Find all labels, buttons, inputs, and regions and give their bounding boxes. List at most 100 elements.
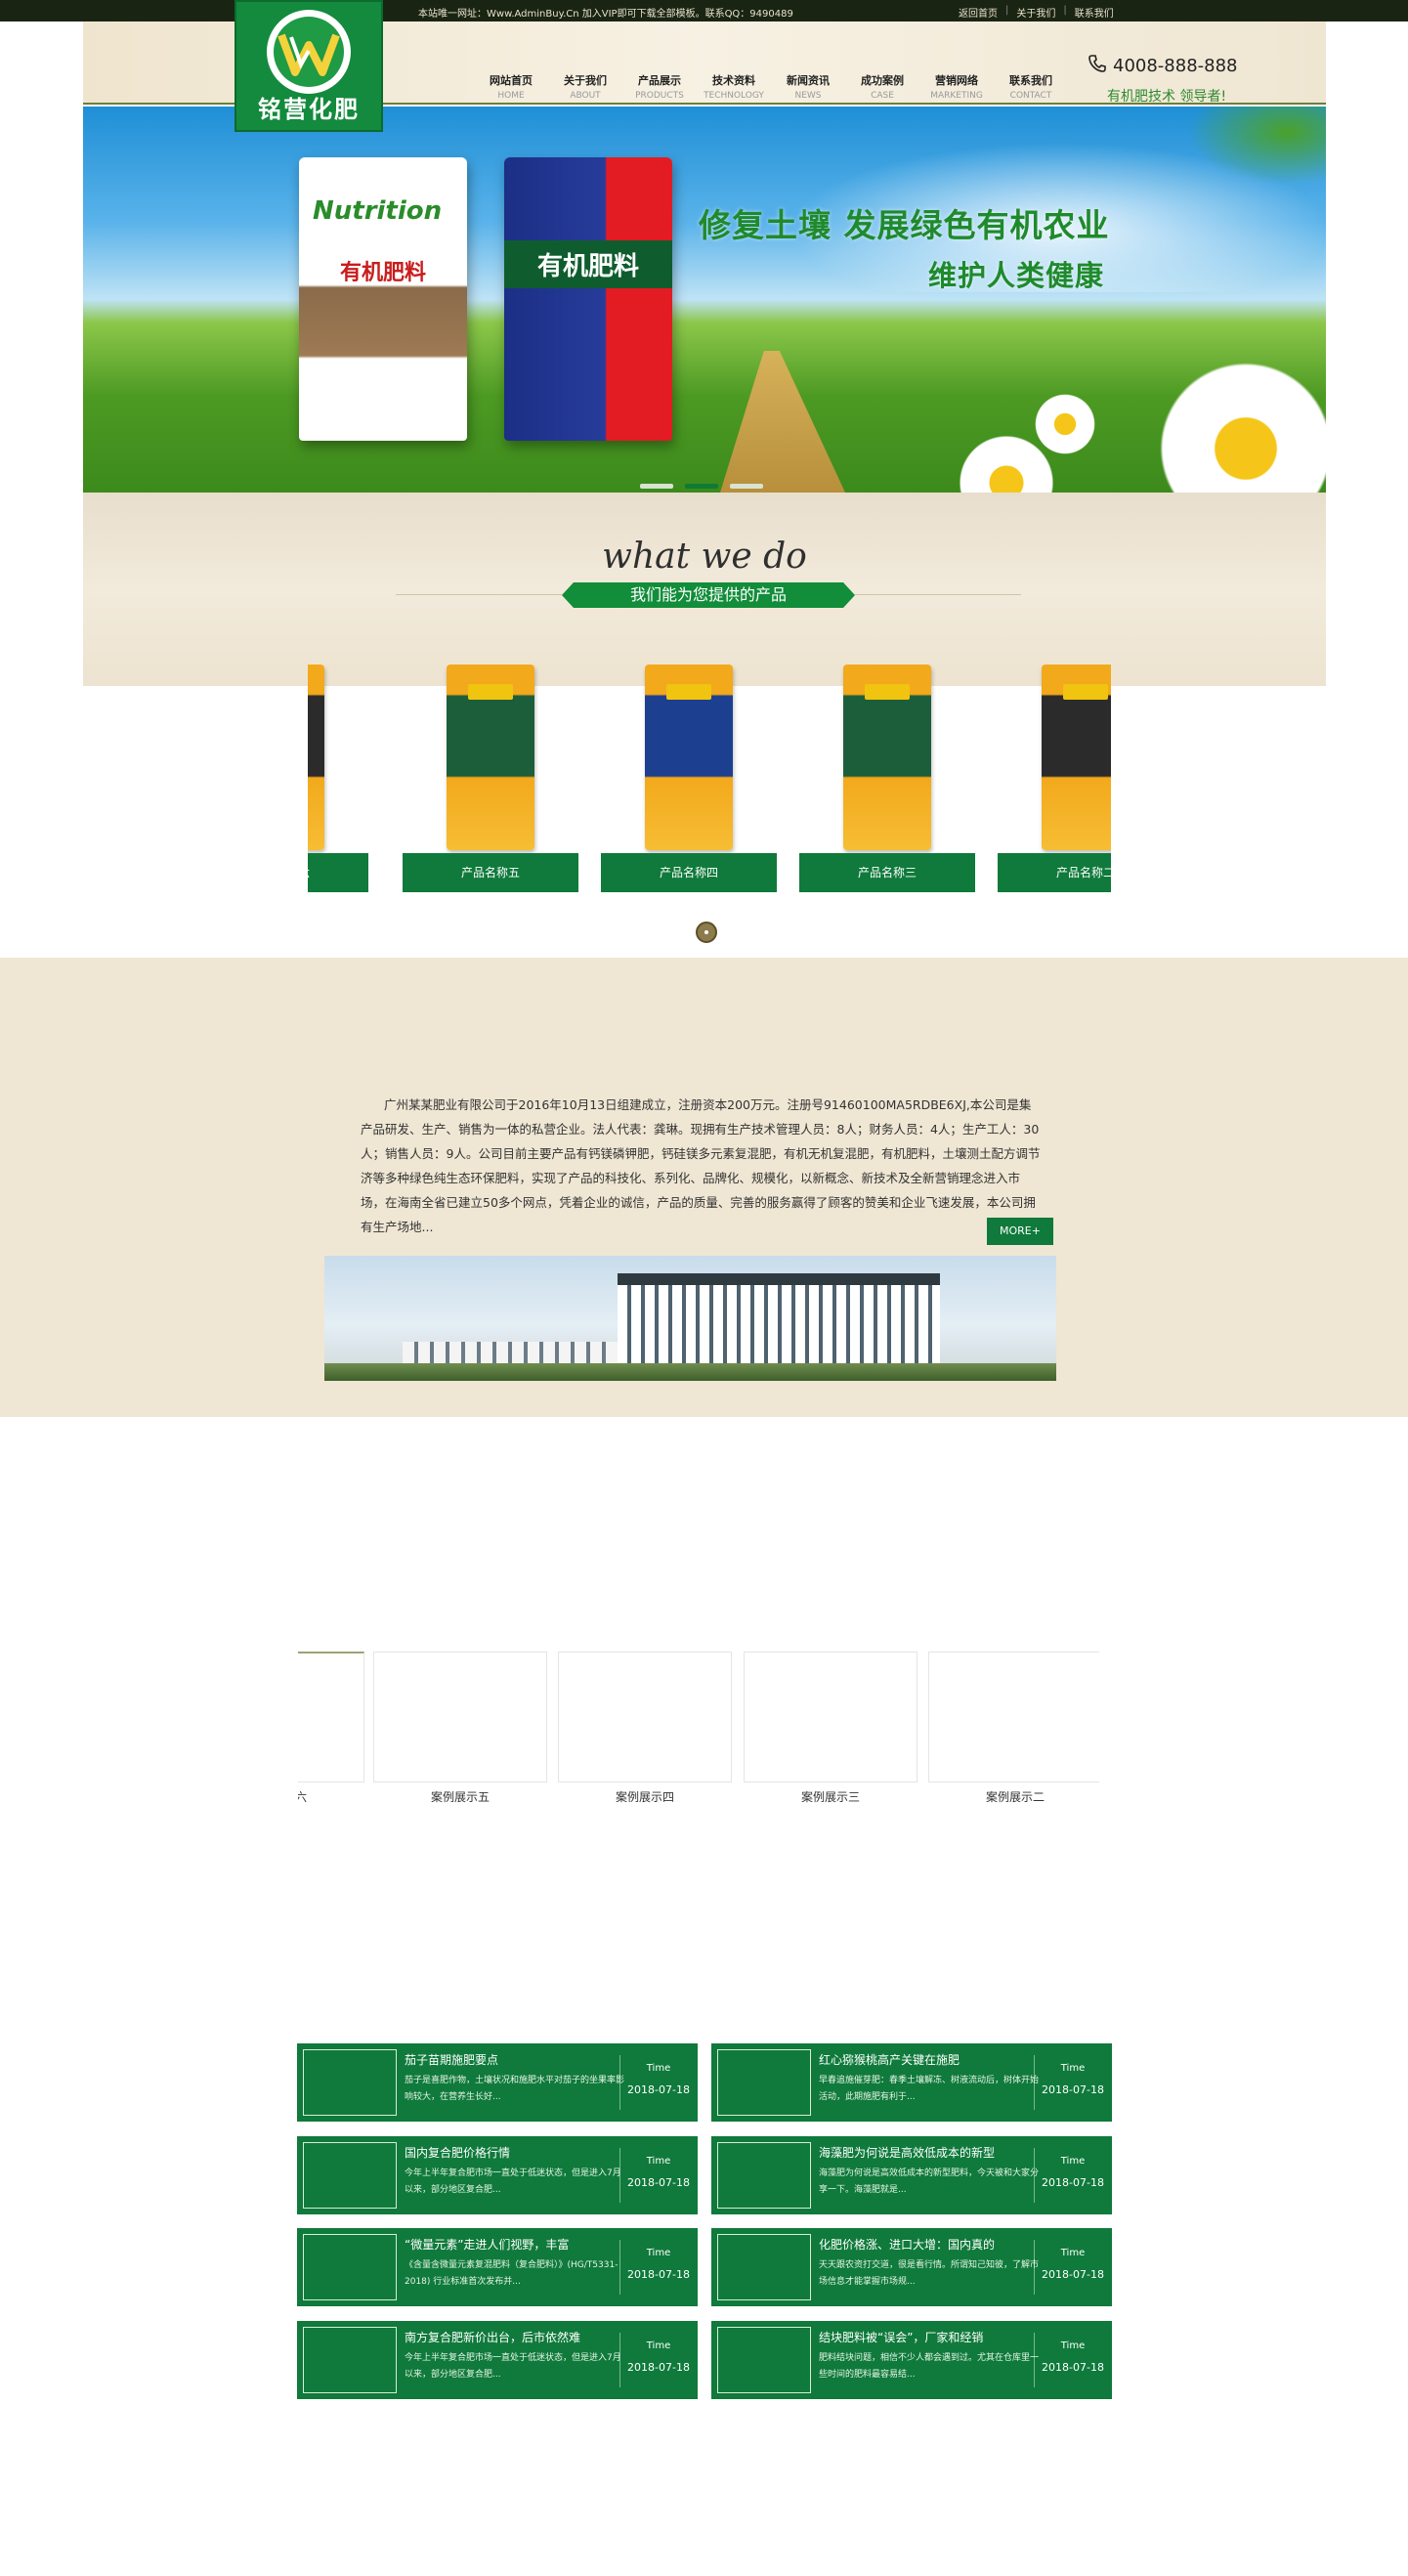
news-summary: 天天跟农资打交道，很是看行情。所谓知己知彼，了解市场信息才能掌握市场规... [819, 2260, 1039, 2287]
site-notice: 本站唯一网址：Www.AdminBuy.Cn 加入VIP即可下载全部模板。联系Q… [418, 9, 793, 20]
news-thumbnail [717, 2049, 811, 2116]
product-card[interactable]: 产品名称四 [601, 665, 777, 892]
bag-badge [666, 684, 711, 700]
case-card[interactable]: 案例展示四 [558, 1652, 732, 1805]
top-link-contact[interactable]: 联系我们 [1075, 5, 1114, 20]
news-item[interactable]: 化肥价格涨、进口大增：国内真的 天天跟农资打交道，很是看行情。所谓知己知彼，了解… [711, 2228, 1112, 2306]
news-item[interactable]: 国内复合肥价格行情 今年上半年复合肥市场一直处于低迷状态，但是进入7月以来，部分… [297, 2136, 698, 2214]
news-summary: 茄子是喜肥作物，土壤状况和施肥水平对茄子的坐果率影响较大，在营养生长好... [405, 2076, 624, 2102]
news-thumbnail [303, 2049, 397, 2116]
news-item[interactable]: 茄子苗期施肥要点 茄子是喜肥作物，土壤状况和施肥水平对茄子的坐果率影响较大，在营… [297, 2043, 698, 2122]
case-name: 案例展示六 [298, 1790, 307, 1804]
nav-case[interactable]: 成功案例 CASE [845, 72, 919, 101]
product-image [447, 665, 534, 850]
nav-about[interactable]: 关于我们 ABOUT [548, 72, 622, 101]
top-link-home[interactable]: 返回首页 [959, 5, 998, 20]
product-card[interactable]: 产品名称六 [308, 665, 368, 892]
about-text: 广州某某肥业有限公司于2016年10月13日组建成立，注册资本200万元。注册号… [361, 1097, 1041, 1234]
banner-flower [1031, 390, 1099, 458]
main-nav: 网站首页 HOME 关于我们 ABOUT 产品展示 PRODUCTS 技术资料 TECH… [474, 72, 1068, 101]
banner-dot[interactable] [640, 484, 673, 489]
product-label[interactable]: 产品名称四 [601, 853, 777, 892]
logo-emblem-icon [267, 10, 351, 94]
product-label[interactable]: 产品名称二 [998, 853, 1111, 892]
news-time-label: Time [646, 2248, 671, 2258]
news-title[interactable]: 结块肥料被“误会”，厂家和经销 [819, 2329, 1034, 2345]
nav-marketing[interactable]: 营销网络 MARKETING [919, 72, 994, 101]
banner-dot-active[interactable] [685, 484, 718, 489]
news-title[interactable]: “微量元素”走进人们视野，丰富 [405, 2236, 619, 2253]
nav-news[interactable]: 新闻资讯 NEWS [771, 72, 845, 101]
case-image [558, 1652, 732, 1782]
news-item[interactable]: 南方复合肥新价出台，后市依然难 今年上半年复合肥市场一直处于低迷状态，但是进入7… [297, 2321, 698, 2399]
news-date: 2018-07-18 [627, 2361, 690, 2374]
news-item[interactable]: 红心猕猴桃高产关键在施肥 早春追施催芽肥：春季土壤解冻、树液流动后，树体开始活动… [711, 2043, 1112, 2122]
news-thumbnail [717, 2234, 811, 2300]
product-label[interactable]: 产品名称三 [799, 853, 975, 892]
news-date: 2018-07-18 [627, 2083, 690, 2096]
nav-sublabel: CONTACT [1009, 91, 1052, 101]
news-title[interactable]: 南方复合肥新价出台，后市依然难 [405, 2329, 619, 2345]
top-link-about[interactable]: 关于我们 [1016, 5, 1055, 20]
nav-products[interactable]: 产品展示 PRODUCTS [622, 72, 697, 101]
case-card[interactable]: 案例展示二 [928, 1652, 1099, 1805]
news-time-label: Time [1060, 2156, 1086, 2167]
nav-sublabel: NEWS [794, 91, 822, 101]
news-item[interactable]: 海藻肥为何说是高效低成本的新型 海藻肥为何说是高效低成本的新型肥料，今天被和大家… [711, 2136, 1112, 2214]
product-label[interactable]: 产品名称六 [308, 853, 368, 892]
news-date: 2018-07-18 [627, 2268, 690, 2281]
news-date: 2018-07-18 [1042, 2083, 1104, 2096]
nav-sublabel: PRODUCTS [635, 91, 684, 101]
carousel-control-icon[interactable] [696, 922, 717, 943]
product-image [843, 665, 931, 850]
site-logo[interactable]: 铭营化肥 [235, 0, 383, 132]
news-time-label: Time [646, 2063, 671, 2074]
nav-technology[interactable]: 技术资料 TECHNOLOGY [697, 72, 771, 101]
product-card[interactable]: 产品名称三 [799, 665, 975, 892]
news-item[interactable]: “微量元素”走进人们视野，丰富 《含量含微量元素复混肥料（复合肥料）》(HG/T… [297, 2228, 698, 2306]
case-name: 案例展示五 [430, 1790, 490, 1804]
cases-carousel: 案例展示六 案例展示五 案例展示四 案例展示三 案例展示二 [298, 1652, 1099, 1808]
product-card[interactable]: 产品名称二 [998, 665, 1111, 892]
news-title[interactable]: 红心猕猴桃高产关键在施肥 [819, 2051, 1034, 2068]
nav-label: 技术资料 [712, 74, 755, 87]
news-date: 2018-07-18 [1042, 2268, 1104, 2281]
banner-flower [1148, 351, 1326, 493]
news-title[interactable]: 茄子苗期施肥要点 [405, 2051, 619, 2068]
phone-icon [1088, 54, 1107, 77]
header-slogan: 有机肥技术 领导者! [1107, 89, 1227, 105]
news-title[interactable]: 海藻肥为何说是高效低成本的新型 [819, 2144, 1034, 2161]
news-summary: 早春追施催芽肥：春季土壤解冻、树液流动后，树体开始活动，此期施肥有利于... [819, 2076, 1039, 2102]
banner-subline: 维护人类健康 [928, 259, 1105, 292]
news-date: 2018-07-18 [1042, 2361, 1104, 2374]
case-card[interactable]: 案例展示五 [373, 1652, 547, 1805]
news-thumbnail [717, 2327, 811, 2393]
nav-sublabel: CASE [871, 91, 894, 101]
case-card[interactable]: 案例展示六 [298, 1652, 364, 1805]
nav-label: 产品展示 [638, 74, 681, 87]
case-image [373, 1652, 547, 1782]
news-title[interactable]: 国内复合肥价格行情 [405, 2144, 619, 2161]
banner-dot[interactable] [730, 484, 763, 489]
news-thumbnail [303, 2234, 397, 2300]
nav-contact[interactable]: 联系我们 CONTACT [994, 72, 1068, 101]
banner-tree [1187, 107, 1326, 185]
case-card[interactable]: 案例展示三 [744, 1652, 917, 1805]
nav-label: 关于我们 [564, 74, 607, 87]
nav-label: 网站首页 [490, 74, 533, 87]
more-button[interactable]: MORE+ [987, 1218, 1053, 1245]
nav-home[interactable]: 网站首页 HOME [474, 72, 548, 101]
products-carousel: 产品名称六 产品名称五 产品名称四 产品名称三 产品名称二 [308, 665, 1111, 899]
nav-sublabel: MARKETING [930, 91, 983, 101]
news-item[interactable]: 结块肥料被“误会”，厂家和经销 肥料结块问题，相信不少人都会遇到过。尤其在仓库里… [711, 2321, 1112, 2399]
news-date: 2018-07-18 [627, 2176, 690, 2189]
news-summary: 肥料结块问题，相信不少人都会遇到过。尤其在仓库里一些时间的肥料最容易结... [819, 2353, 1039, 2380]
case-name: 案例展示三 [800, 1790, 860, 1804]
product-bag-blue: 有机肥料 [504, 157, 672, 441]
product-card[interactable]: 产品名称五 [403, 665, 578, 892]
news-time-label: Time [1060, 2248, 1086, 2258]
bag-badge [468, 684, 513, 700]
building-trees [324, 1363, 1056, 1381]
news-title[interactable]: 化肥价格涨、进口大增：国内真的 [819, 2236, 1034, 2253]
product-label[interactable]: 产品名称五 [403, 853, 578, 892]
